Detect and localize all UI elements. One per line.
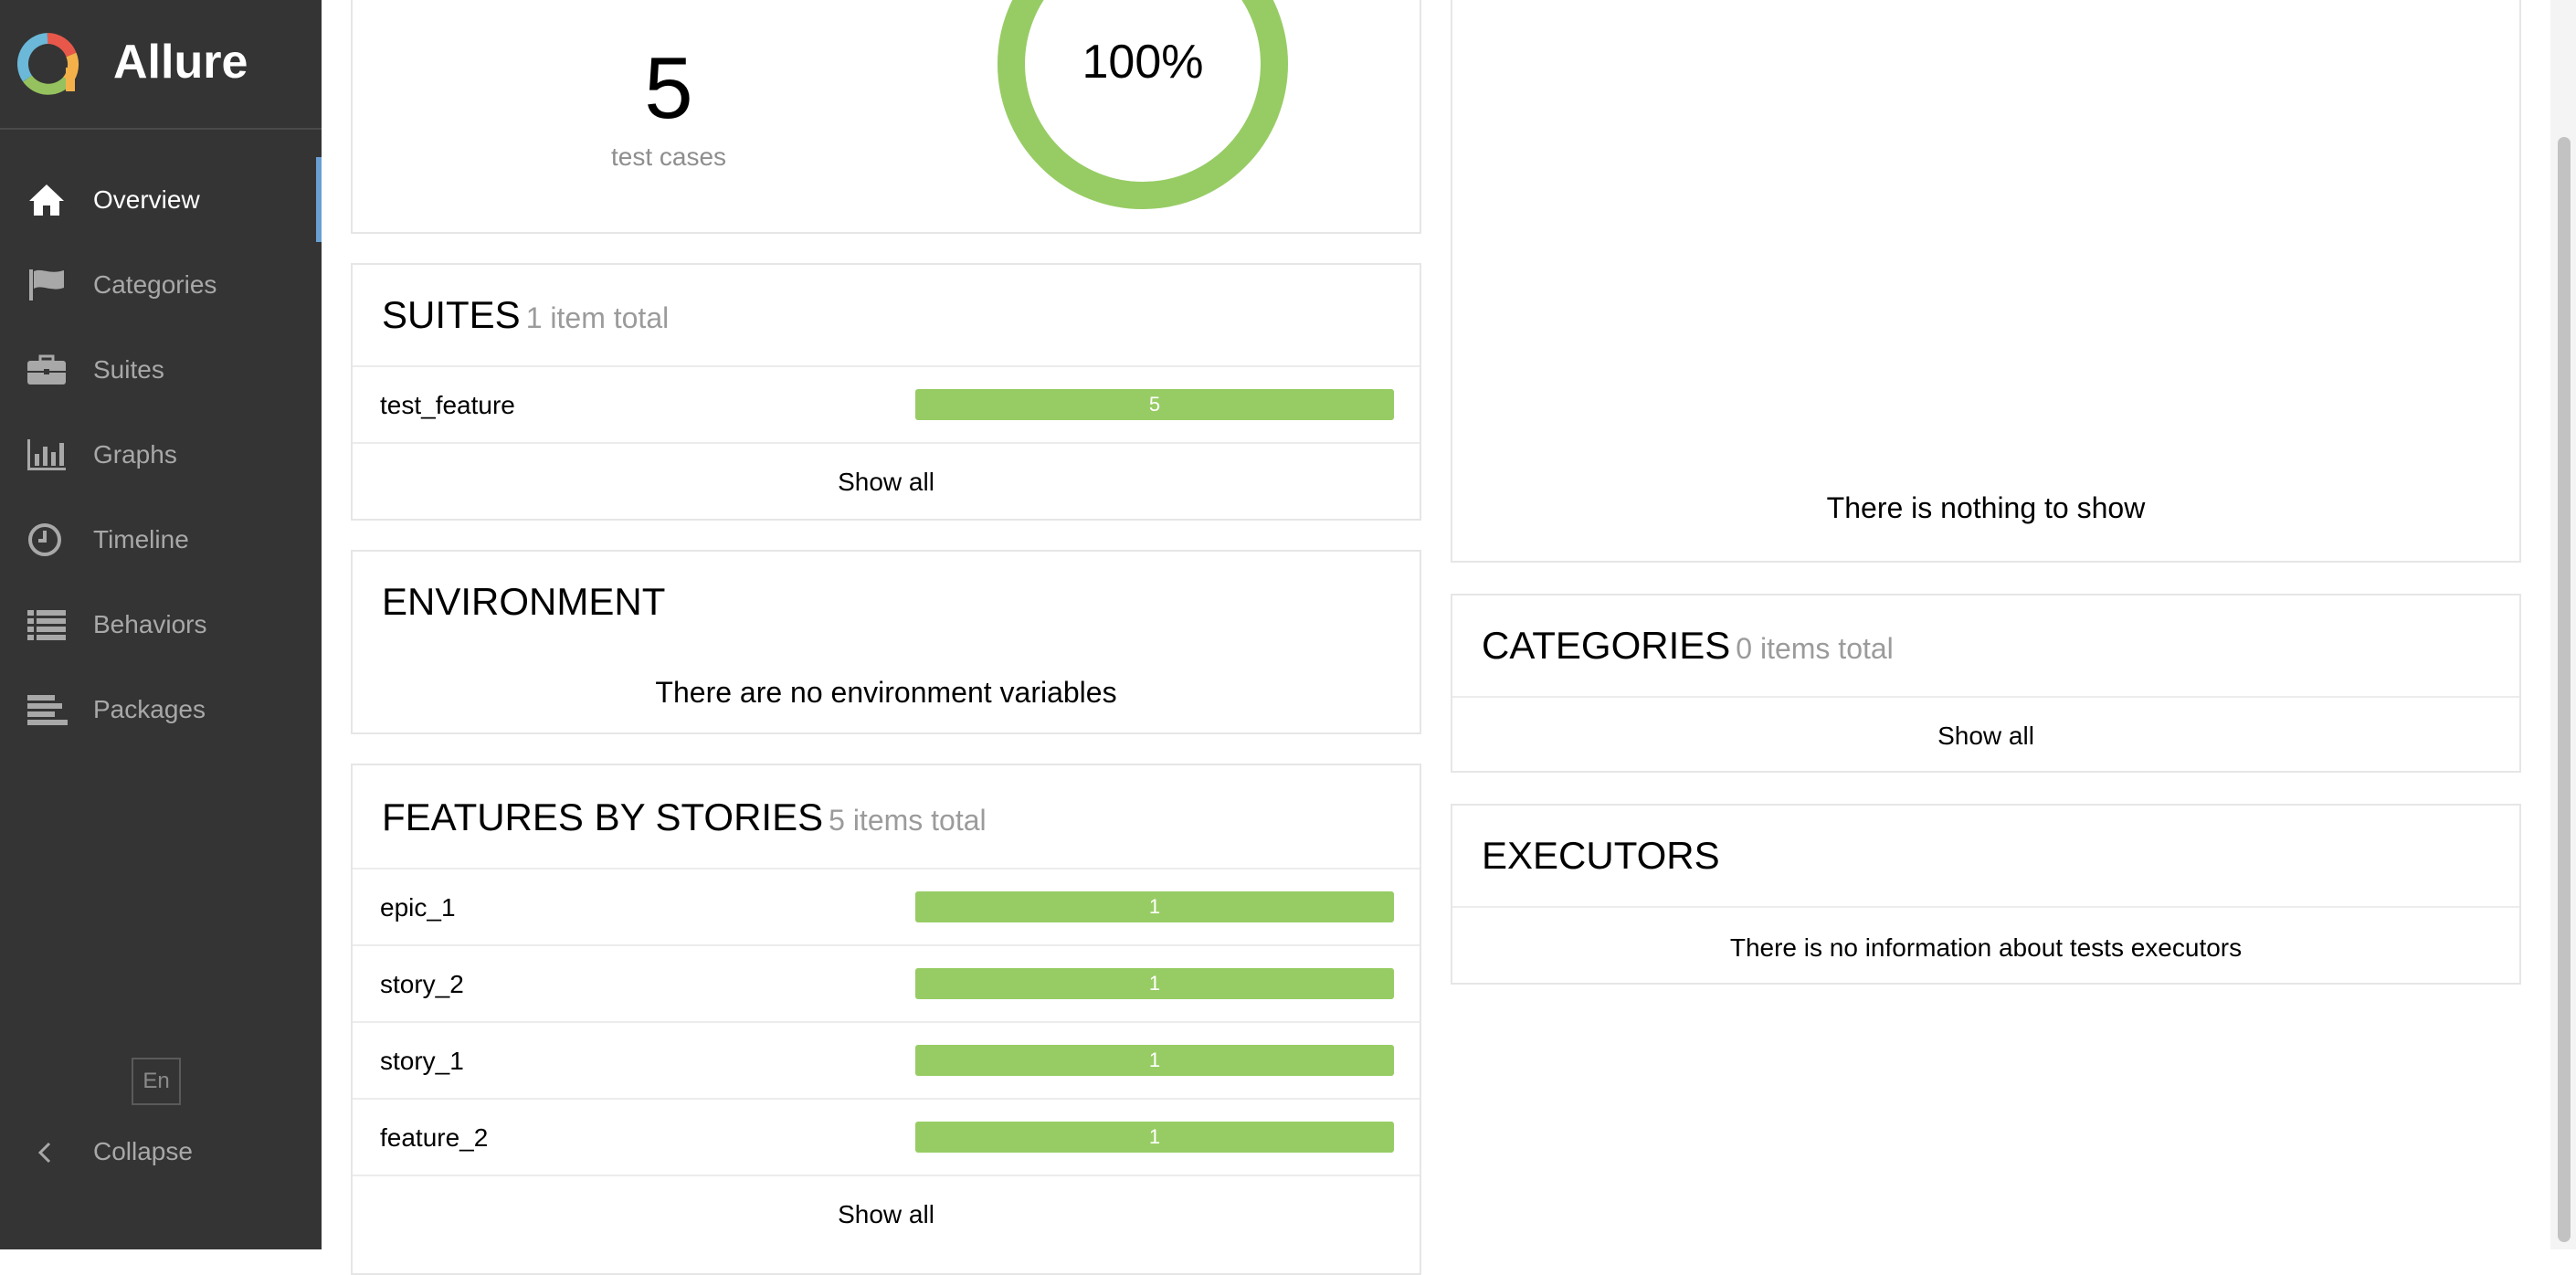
success-rate-donut — [998, 0, 1288, 209]
summary-card: 5 test cases 100% — [351, 0, 1421, 234]
align-left-icon — [27, 695, 68, 725]
trend-card: There is nothing to show — [1451, 0, 2521, 563]
chevron-left-icon — [37, 1142, 51, 1164]
flag-icon — [29, 269, 64, 300]
environment-empty-message: There are no environment variables — [655, 676, 1117, 709]
table-row[interactable]: feature_2 1 — [353, 1100, 1420, 1175]
passed-bar: 5 — [915, 389, 1394, 420]
feature-name: story_2 — [380, 970, 464, 998]
brand-name: Allure — [113, 36, 248, 89]
passed-bar: 1 — [915, 968, 1394, 999]
sidebar-item-overview[interactable]: Overview — [0, 157, 322, 242]
passed-bar: 1 — [915, 1122, 1394, 1153]
sidebar: Allure Overview Categories Suites Graphs… — [0, 0, 322, 1249]
categories-title[interactable]: CATEGORIES 0 items total — [1482, 623, 1894, 671]
sidebar-item-timeline[interactable]: Timeline — [0, 497, 322, 582]
scrollbar-thumb[interactable] — [2558, 137, 2571, 1242]
categories-title-text: CATEGORIES — [1482, 624, 1731, 667]
sidebar-item-label: Suites — [93, 355, 164, 384]
suites-show-all-link[interactable]: Show all — [353, 466, 1420, 499]
allure-logo-icon — [16, 33, 79, 95]
executors-empty-message: There is no information about tests exec… — [1729, 933, 2243, 962]
suite-name: test_feature — [380, 391, 515, 419]
sidebar-item-label: Timeline — [93, 525, 189, 553]
test-count: 5 — [644, 39, 693, 137]
language-button[interactable]: En — [132, 1058, 181, 1105]
test-count-label: test cases — [610, 142, 727, 171]
environment-title: ENVIRONMENT — [382, 580, 666, 623]
sidebar-item-categories[interactable]: Categories — [0, 242, 322, 327]
environment-card: ENVIRONMENT There are no environment var… — [351, 550, 1421, 734]
sidebar-item-suites[interactable]: Suites — [0, 327, 322, 412]
suites-card: SUITES 1 item total test_feature 5 Show a… — [351, 263, 1421, 521]
categories-card: CATEGORIES 0 items total Show all — [1451, 594, 2521, 773]
divider — [353, 442, 1420, 444]
active-marker — [316, 157, 322, 242]
sidebar-item-label: Graphs — [93, 440, 177, 469]
executors-card: EXECUTORS There is no information about … — [1451, 804, 2521, 985]
success-rate-value: 100% — [1082, 36, 1204, 89]
collapse-button[interactable]: Collapse — [0, 1129, 322, 1176]
features-card: FEATURES BY STORIES 5 items total epic_1 … — [351, 764, 1421, 1275]
sidebar-item-label: Categories — [93, 270, 217, 299]
categories-show-all-link[interactable]: Show all — [1452, 720, 2519, 753]
feature-name: feature_2 — [380, 1123, 489, 1152]
divider — [353, 1175, 1420, 1176]
brand-header[interactable]: Allure — [0, 0, 322, 130]
clock-icon — [28, 523, 61, 556]
features-count: 5 items total — [829, 804, 987, 837]
categories-count: 0 items total — [1736, 632, 1894, 665]
sidebar-item-packages[interactable]: Packages — [0, 667, 322, 752]
divider — [1452, 696, 2519, 698]
features-title-text: FEATURES BY STORIES — [382, 796, 824, 838]
suites-title[interactable]: SUITES 1 item total — [382, 292, 669, 341]
table-row[interactable]: story_1 1 — [353, 1023, 1420, 1098]
divider — [1452, 906, 2519, 908]
feature-name: epic_1 — [380, 893, 456, 922]
feature-name: story_1 — [380, 1047, 464, 1075]
features-title[interactable]: FEATURES BY STORIES 5 items total — [382, 795, 987, 843]
sidebar-nav: Overview Categories Suites Graphs Timeli… — [0, 157, 322, 752]
sidebar-item-graphs[interactable]: Graphs — [0, 412, 322, 497]
features-show-all-link[interactable]: Show all — [353, 1198, 1420, 1231]
suites-title-text: SUITES — [382, 293, 521, 336]
list-icon — [27, 610, 66, 640]
table-row[interactable]: epic_1 1 — [353, 869, 1420, 944]
briefcase-icon — [27, 354, 66, 385]
passed-bar: 1 — [915, 1045, 1394, 1076]
home-icon — [29, 184, 64, 216]
sidebar-item-label: Behaviors — [93, 610, 207, 638]
collapse-label: Collapse — [93, 1137, 193, 1165]
executors-title: EXECUTORS — [1482, 834, 1720, 877]
suites-count: 1 item total — [525, 301, 670, 334]
table-row[interactable]: test_feature 5 — [353, 367, 1420, 442]
bar-chart-icon — [27, 439, 66, 470]
sidebar-item-label: Packages — [93, 695, 206, 723]
table-row[interactable]: story_2 1 — [353, 946, 1420, 1021]
success-rate-arc — [998, 0, 1288, 209]
passed-bar: 1 — [915, 891, 1394, 922]
trend-empty-message: There is nothing to show — [1826, 491, 2146, 524]
sidebar-item-behaviors[interactable]: Behaviors — [0, 582, 322, 667]
sidebar-item-label: Overview — [93, 185, 200, 214]
